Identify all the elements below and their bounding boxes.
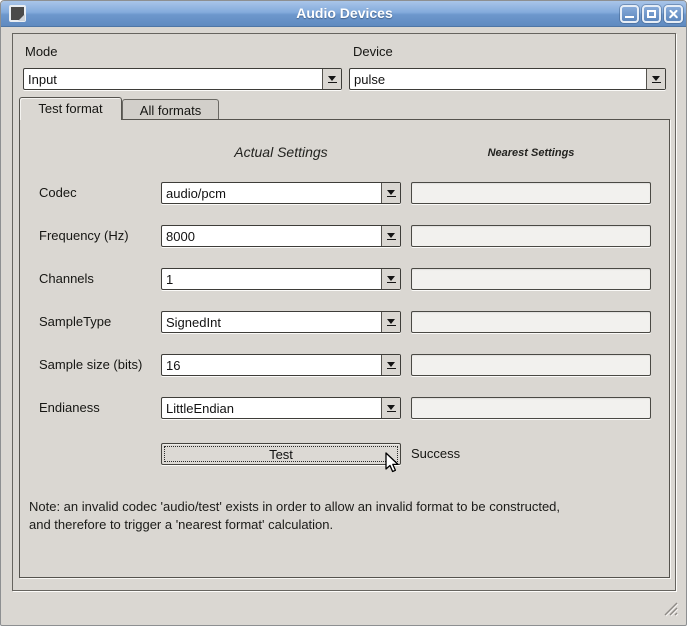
device-value: pulse	[350, 72, 646, 87]
endianess-value: LittleEndian	[162, 401, 381, 416]
window-title: Audio Devices	[1, 5, 687, 21]
mode-select[interactable]: Input	[23, 68, 342, 90]
codec-select[interactable]: audio/pcm	[161, 182, 401, 204]
samplesize-value: 16	[162, 358, 381, 373]
dropdown-arrow-icon	[322, 69, 341, 89]
channels-value: 1	[162, 272, 381, 287]
minimize-button[interactable]	[620, 5, 639, 23]
sampletype-value: SignedInt	[162, 315, 381, 330]
codec-value: audio/pcm	[162, 186, 381, 201]
endianess-nearest-field	[411, 397, 651, 419]
dropdown-arrow-icon	[646, 69, 665, 89]
titlebar[interactable]: Audio Devices	[1, 1, 687, 27]
channels-nearest-field	[411, 268, 651, 290]
sampletype-select[interactable]: SignedInt	[161, 311, 401, 333]
dropdown-arrow-icon	[381, 226, 400, 246]
dropdown-arrow-icon	[381, 355, 400, 375]
frequency-select[interactable]: 8000	[161, 225, 401, 247]
mode-label: Mode	[25, 44, 58, 59]
codec-nearest-field	[411, 182, 651, 204]
resize-grip-icon[interactable]	[660, 598, 679, 617]
frequency-label: Frequency (Hz)	[39, 228, 129, 243]
dropdown-arrow-icon	[381, 183, 400, 203]
tab-test-format[interactable]: Test format	[19, 97, 122, 120]
test-button[interactable]: Test	[161, 443, 401, 465]
samplesize-select[interactable]: 16	[161, 354, 401, 376]
device-select[interactable]: pulse	[349, 68, 666, 90]
endianess-label: Endianess	[39, 400, 100, 415]
dropdown-arrow-icon	[381, 269, 400, 289]
channels-select[interactable]: 1	[161, 268, 401, 290]
codec-label: Codec	[39, 185, 77, 200]
dropdown-arrow-icon	[381, 398, 400, 418]
nearest-settings-header: Nearest Settings	[411, 147, 651, 159]
tab-all-formats[interactable]: All formats	[122, 99, 219, 119]
close-button[interactable]	[664, 5, 683, 23]
mode-value: Input	[24, 72, 322, 87]
maximize-button[interactable]	[642, 5, 661, 23]
frequency-nearest-field	[411, 225, 651, 247]
audio-devices-window: Audio Devices Mode Device Input pulse Te…	[0, 0, 687, 626]
sampletype-label: SampleType	[39, 314, 111, 329]
maximize-icon	[647, 10, 656, 18]
samplesize-label: Sample size (bits)	[39, 357, 142, 372]
sampletype-nearest-field	[411, 311, 651, 333]
endianess-select[interactable]: LittleEndian	[161, 397, 401, 419]
frequency-value: 8000	[162, 229, 381, 244]
minimize-icon	[625, 16, 634, 18]
channels-label: Channels	[39, 271, 94, 286]
note-text: Note: an invalid codec 'audio/test' exis…	[29, 498, 661, 534]
actual-settings-header: Actual Settings	[161, 144, 401, 160]
device-label: Device	[353, 44, 393, 59]
samplesize-nearest-field	[411, 354, 651, 376]
test-status: Success	[411, 446, 460, 461]
dropdown-arrow-icon	[381, 312, 400, 332]
